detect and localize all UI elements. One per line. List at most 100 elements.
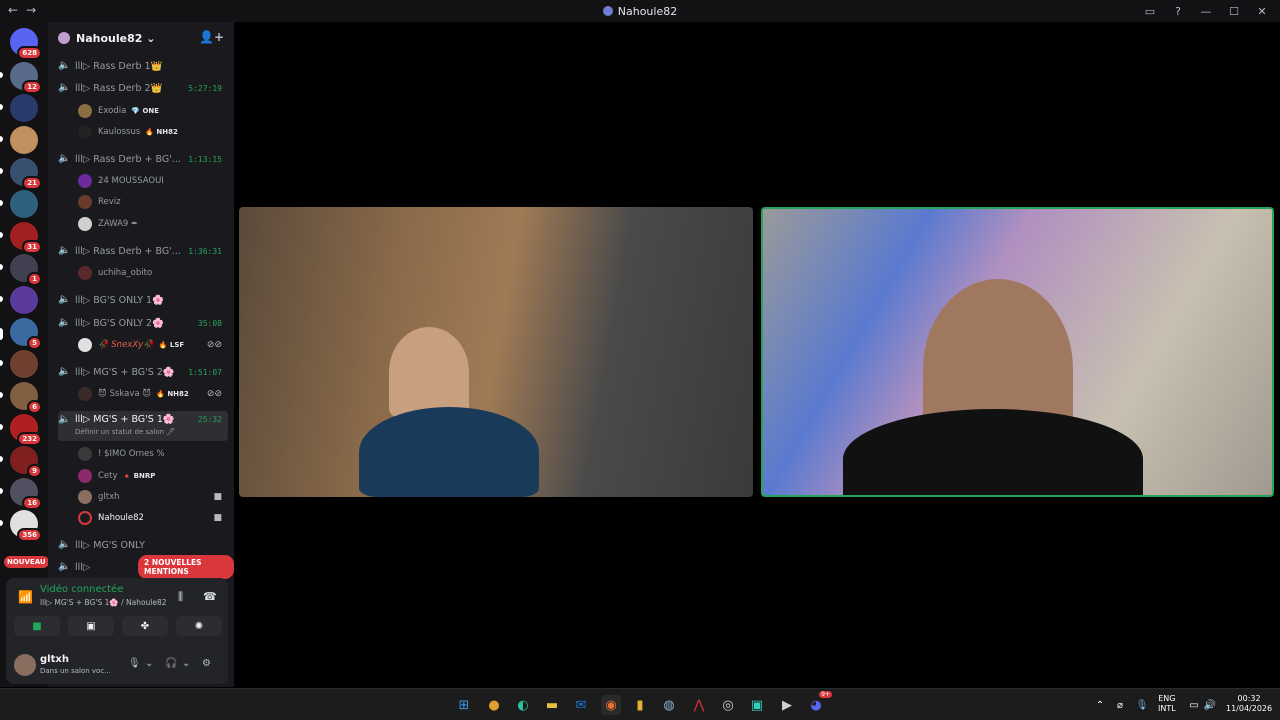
- server-icon[interactable]: [10, 190, 38, 218]
- voice-member[interactable]: 🥀 SnexXy🥀 🔥 LSF ⊘⊘: [78, 335, 228, 355]
- headphones-icon[interactable]: 🎧: [165, 658, 177, 669]
- language-indicator[interactable]: ENG INTL: [1158, 694, 1176, 714]
- maximize-icon[interactable]: ☐: [1222, 2, 1246, 20]
- voice-member[interactable]: 24 MOUSSAOUI: [78, 171, 228, 191]
- soundboard-button[interactable]: ✺: [176, 616, 222, 636]
- server-icon[interactable]: 12: [10, 62, 42, 94]
- voice-channel[interactable]: 🔈 lll▷ Rass Derb + BG'... 1:13:15: [58, 149, 228, 169]
- server-icon[interactable]: 1: [10, 254, 42, 286]
- video-tile[interactable]: [239, 207, 753, 497]
- new-mentions-banner[interactable]: 2 NOUVELLES MENTIONS: [138, 555, 234, 579]
- signal-icon[interactable]: 📶: [18, 590, 33, 604]
- server-icon[interactable]: 356: [10, 510, 42, 542]
- file-explorer-icon[interactable]: ▬: [542, 695, 562, 715]
- speaker-icon: 🔈: [58, 539, 71, 550]
- microphone-icon[interactable]: 🎙: [128, 658, 141, 669]
- github-icon[interactable]: ◎: [718, 695, 738, 715]
- server-icon[interactable]: [10, 286, 38, 314]
- channel-status[interactable]: Définir un statut de salon 🖊: [75, 428, 175, 436]
- server-icon[interactable]: 6: [10, 382, 42, 414]
- voice-location[interactable]: lll▷ MG'S + BG'S 1🌸 / Nahoule82: [40, 598, 167, 607]
- chevron-down-icon[interactable]: ⌄: [145, 658, 153, 669]
- chevron-up-icon[interactable]: ⌃: [1090, 695, 1110, 715]
- server-icon[interactable]: 9: [10, 446, 42, 478]
- camera-button[interactable]: ■: [14, 616, 60, 636]
- voice-channel[interactable]: 🔈 lll▷ BG'S ONLY 1🌸: [58, 290, 228, 310]
- discord-icon[interactable]: ◕ 9+: [806, 691, 832, 715]
- avatar[interactable]: [14, 654, 36, 676]
- unread-indicator: [0, 72, 3, 78]
- avatar: [78, 104, 92, 118]
- new-badge[interactable]: NOUVEAU: [4, 556, 48, 568]
- app-icon[interactable]: ⋀: [689, 695, 709, 715]
- screen-share-button[interactable]: ▣: [68, 616, 114, 636]
- unread-indicator: [0, 200, 3, 206]
- direct-messages-button[interactable]: 628: [10, 28, 42, 60]
- voice-member[interactable]: Nahoule82 ■: [78, 508, 228, 528]
- video-tile-speaking[interactable]: [761, 207, 1274, 497]
- edge-icon[interactable]: ◐: [513, 695, 533, 715]
- voice-member[interactable]: gltxh ■: [78, 487, 228, 507]
- settings-gear-icon[interactable]: ⚙: [202, 658, 211, 669]
- voice-member[interactable]: Kaulossus 🔥 NH82: [78, 122, 228, 142]
- avatar: [78, 469, 92, 483]
- server-icon[interactable]: 31: [10, 222, 42, 254]
- microphone-icon[interactable]: 🎙: [1132, 695, 1152, 715]
- voice-channel[interactable]: 🔈 lll▷ BG'S ONLY 2🌸 35:08: [58, 313, 228, 333]
- app-icon[interactable]: ▣: [747, 695, 767, 715]
- inbox-icon[interactable]: ▭: [1138, 2, 1162, 20]
- app-icon[interactable]: ▮: [630, 695, 650, 715]
- windows-start-icon[interactable]: ⊞: [454, 695, 474, 715]
- voice-channel[interactable]: 🔈 lll▷ MG'S ONLY: [58, 535, 228, 555]
- voice-member[interactable]: Cety 🔺 BNRP: [78, 466, 228, 486]
- server-icon[interactable]: [10, 94, 38, 122]
- network-icon[interactable]: ⌀: [1110, 695, 1130, 715]
- steam-icon[interactable]: ◍: [659, 695, 679, 715]
- activities-button[interactable]: ✤: [122, 616, 168, 636]
- unread-indicator: [0, 104, 3, 110]
- avatar: [78, 511, 92, 525]
- voice-member[interactable]: Reviz: [78, 192, 228, 212]
- avatar: [78, 447, 92, 461]
- voice-channel-selected[interactable]: 🔈 lll▷ MG'S + BG'S 1🌸 25:32 Définir un stat…: [58, 411, 228, 441]
- chrome-icon[interactable]: ●: [484, 695, 504, 715]
- voice-channel[interactable]: 🔈 lll▷ MG'S + BG'S 2🌸 1:51:07: [58, 362, 228, 382]
- noise-suppression-icon[interactable]: ⫼: [178, 590, 183, 604]
- username[interactable]: gltxh: [40, 654, 69, 665]
- firefox-icon[interactable]: ◉: [601, 695, 621, 715]
- server-icon[interactable]: 5: [10, 318, 42, 350]
- server-avatar-icon: [58, 32, 70, 44]
- disconnect-icon[interactable]: ☎: [203, 590, 217, 603]
- invite-icon[interactable]: 👤+: [199, 30, 224, 44]
- server-icon[interactable]: 21: [10, 158, 42, 190]
- server-icon[interactable]: 16: [10, 478, 42, 510]
- voice-channel[interactable]: 🔈 lll▷ Rass Derb 1👑: [58, 56, 228, 76]
- voice-channel[interactable]: 🔈 lll▷ Rass Derb + BG'... 1:36:31: [58, 241, 228, 261]
- server-header[interactable]: Nahoule82 ⌄ 👤+: [48, 22, 234, 54]
- voice-member[interactable]: ZAWA9 ✒: [78, 214, 228, 234]
- help-icon[interactable]: ?: [1166, 2, 1190, 20]
- camera-icon: ■: [213, 513, 222, 523]
- minimize-icon[interactable]: —: [1194, 2, 1218, 20]
- avatar: [78, 195, 92, 209]
- server-icon[interactable]: 232: [10, 414, 42, 446]
- unread-indicator: [0, 392, 3, 398]
- voice-member[interactable]: 😈 Sskava 😈 🔥 NH82 ⊘⊘: [78, 384, 228, 404]
- avatar: [78, 174, 92, 188]
- chevron-down-icon[interactable]: ⌄: [182, 658, 190, 669]
- server-icon[interactable]: [10, 350, 38, 378]
- outlook-icon[interactable]: ✉: [571, 695, 591, 715]
- close-icon[interactable]: ✕: [1250, 2, 1274, 20]
- voice-member[interactable]: uchiha_obito: [78, 263, 228, 283]
- voice-member[interactable]: ! $IMO Ornes %: [78, 444, 228, 464]
- volume-icon[interactable]: 🔊: [1200, 695, 1220, 715]
- server-icon[interactable]: [10, 126, 38, 154]
- voice-status[interactable]: Vidéo connectée: [40, 584, 123, 595]
- speaker-icon: 🔈: [58, 245, 71, 256]
- selected-indicator: [0, 328, 3, 340]
- voice-member[interactable]: Exodia 💎 ONE: [78, 101, 228, 121]
- avatar: [78, 217, 92, 231]
- voice-channel[interactable]: 🔈 lll▷ Rass Derb 2👑 5:27:19: [58, 78, 228, 98]
- clock[interactable]: 00:32 11/04/2026: [1226, 694, 1272, 714]
- media-player-icon[interactable]: ▶: [777, 695, 797, 715]
